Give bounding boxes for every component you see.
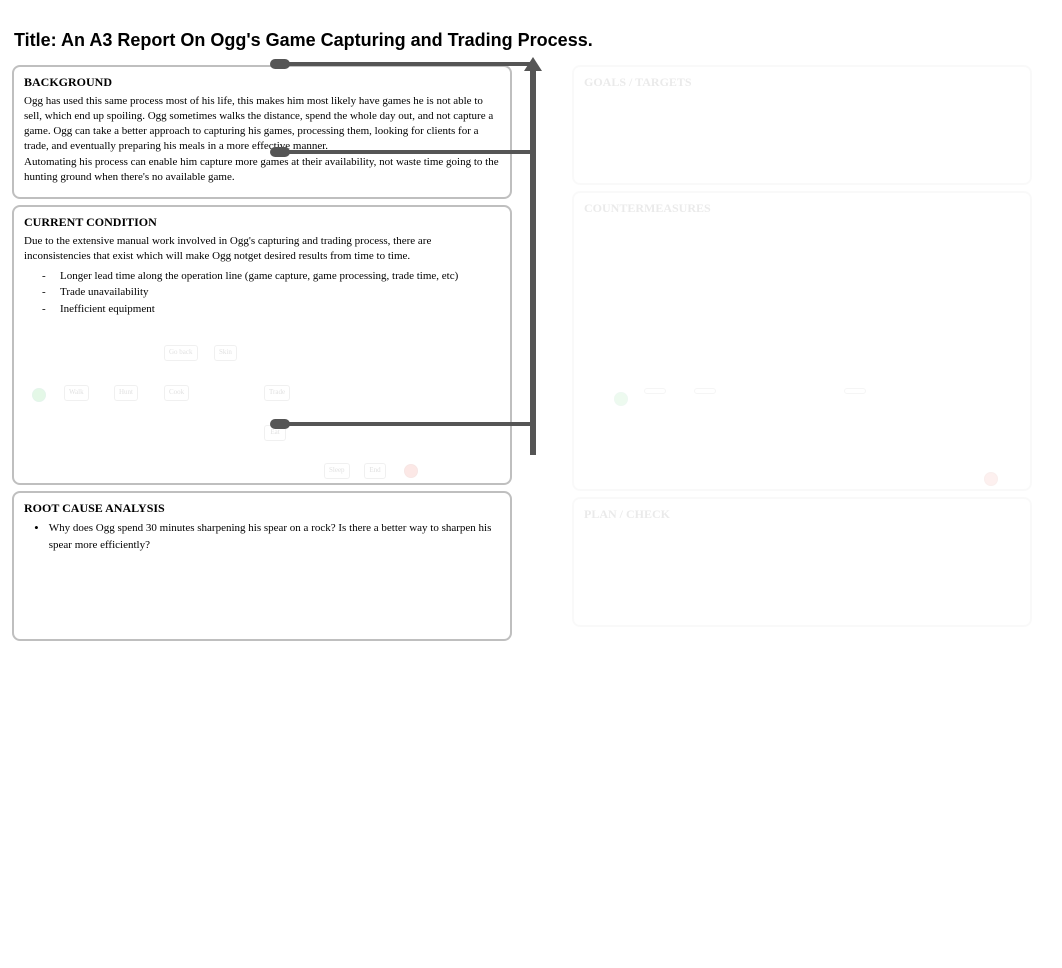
diagram-node: Cook (164, 385, 189, 400)
title-prefix: Title: (14, 30, 61, 50)
connector-arrow-icon (524, 57, 542, 71)
current-condition-panel: CURRENT CONDITION Due to the extensive m… (12, 205, 512, 485)
current-heading: CURRENT CONDITION (24, 215, 500, 230)
background-body: Ogg has used this same process most of h… (24, 94, 500, 185)
current-item-text: Inefficient equipment (60, 301, 155, 318)
dash-icon: - (24, 268, 60, 285)
process-diagram: Walk Hunt Go back Skin Cook Trade Eat Sl… (24, 323, 500, 473)
current-item: - Trade unavailability (24, 284, 500, 301)
diagram-node: Sleep (324, 463, 350, 478)
dash-icon: - (24, 284, 60, 301)
end-node-icon (404, 464, 418, 478)
diagram-node: End (364, 463, 386, 478)
root-cause-panel: ROOT CAUSE ANALYSIS • Why does Ogg spend… (12, 491, 512, 641)
two-column-layout: BACKGROUND Ogg has used this same proces… (12, 65, 1050, 641)
countermeasures-panel: COUNTERMEASURES (572, 191, 1032, 491)
diagram-node: Eat (264, 425, 286, 440)
background-heading: BACKGROUND (24, 75, 500, 90)
background-p2: Automating his process can enable him ca… (24, 155, 500, 185)
current-item: - Inefficient equipment (24, 301, 500, 318)
diagram-node: Skin (214, 345, 237, 360)
root-bullet-text: Why does Ogg spend 30 minutes sharpening… (49, 520, 500, 553)
counter-heading: COUNTERMEASURES (584, 201, 1020, 216)
start-node-icon (614, 392, 628, 406)
title-text: An A3 Report On Ogg's Game Capturing and… (61, 30, 593, 50)
dash-icon: - (24, 301, 60, 318)
background-p1: Ogg has used this same process most of h… (24, 94, 500, 153)
root-bullet-list: • Why does Ogg spend 30 minutes sharpeni… (24, 520, 500, 553)
diagram-node: Walk (64, 385, 89, 400)
current-list: - Longer lead time along the operation l… (24, 268, 500, 318)
current-intro: Due to the extensive manual work involve… (24, 234, 500, 264)
connector-line (530, 65, 536, 455)
diagram-node: Go back (164, 345, 198, 360)
plan-check-panel: PLAN / CHECK (572, 497, 1032, 627)
goals-heading: GOALS / TARGETS (584, 75, 1020, 90)
diagram-node (844, 388, 866, 394)
end-node-icon (984, 472, 998, 486)
panel-connectors (510, 59, 550, 519)
current-body: Due to the extensive manual work involve… (24, 234, 500, 473)
diagram-node: Hunt (114, 385, 138, 400)
current-item-text: Longer lead time along the operation lin… (60, 268, 458, 285)
goals-panel: GOALS / TARGETS (572, 65, 1032, 185)
current-item-text: Trade unavailability (60, 284, 149, 301)
plan-heading: PLAN / CHECK (584, 507, 1020, 522)
diagram-node (644, 388, 666, 394)
right-column: GOALS / TARGETS COUNTERMEASURES PLAN / C… (572, 65, 1032, 641)
current-item: - Longer lead time along the operation l… (24, 268, 500, 285)
background-panel: BACKGROUND Ogg has used this same proces… (12, 65, 512, 199)
root-body: • Why does Ogg spend 30 minutes sharpeni… (24, 520, 500, 553)
left-column: BACKGROUND Ogg has used this same proces… (12, 65, 512, 641)
diagram-node: Trade (264, 385, 290, 400)
start-node-icon (32, 388, 46, 402)
bullet-icon: • (24, 520, 49, 553)
root-heading: ROOT CAUSE ANALYSIS (24, 501, 500, 516)
diagram-node (694, 388, 716, 394)
page-title: Title: An A3 Report On Ogg's Game Captur… (12, 30, 1050, 51)
counter-diagram (584, 222, 1020, 422)
root-bullet: • Why does Ogg spend 30 minutes sharpeni… (24, 520, 500, 553)
